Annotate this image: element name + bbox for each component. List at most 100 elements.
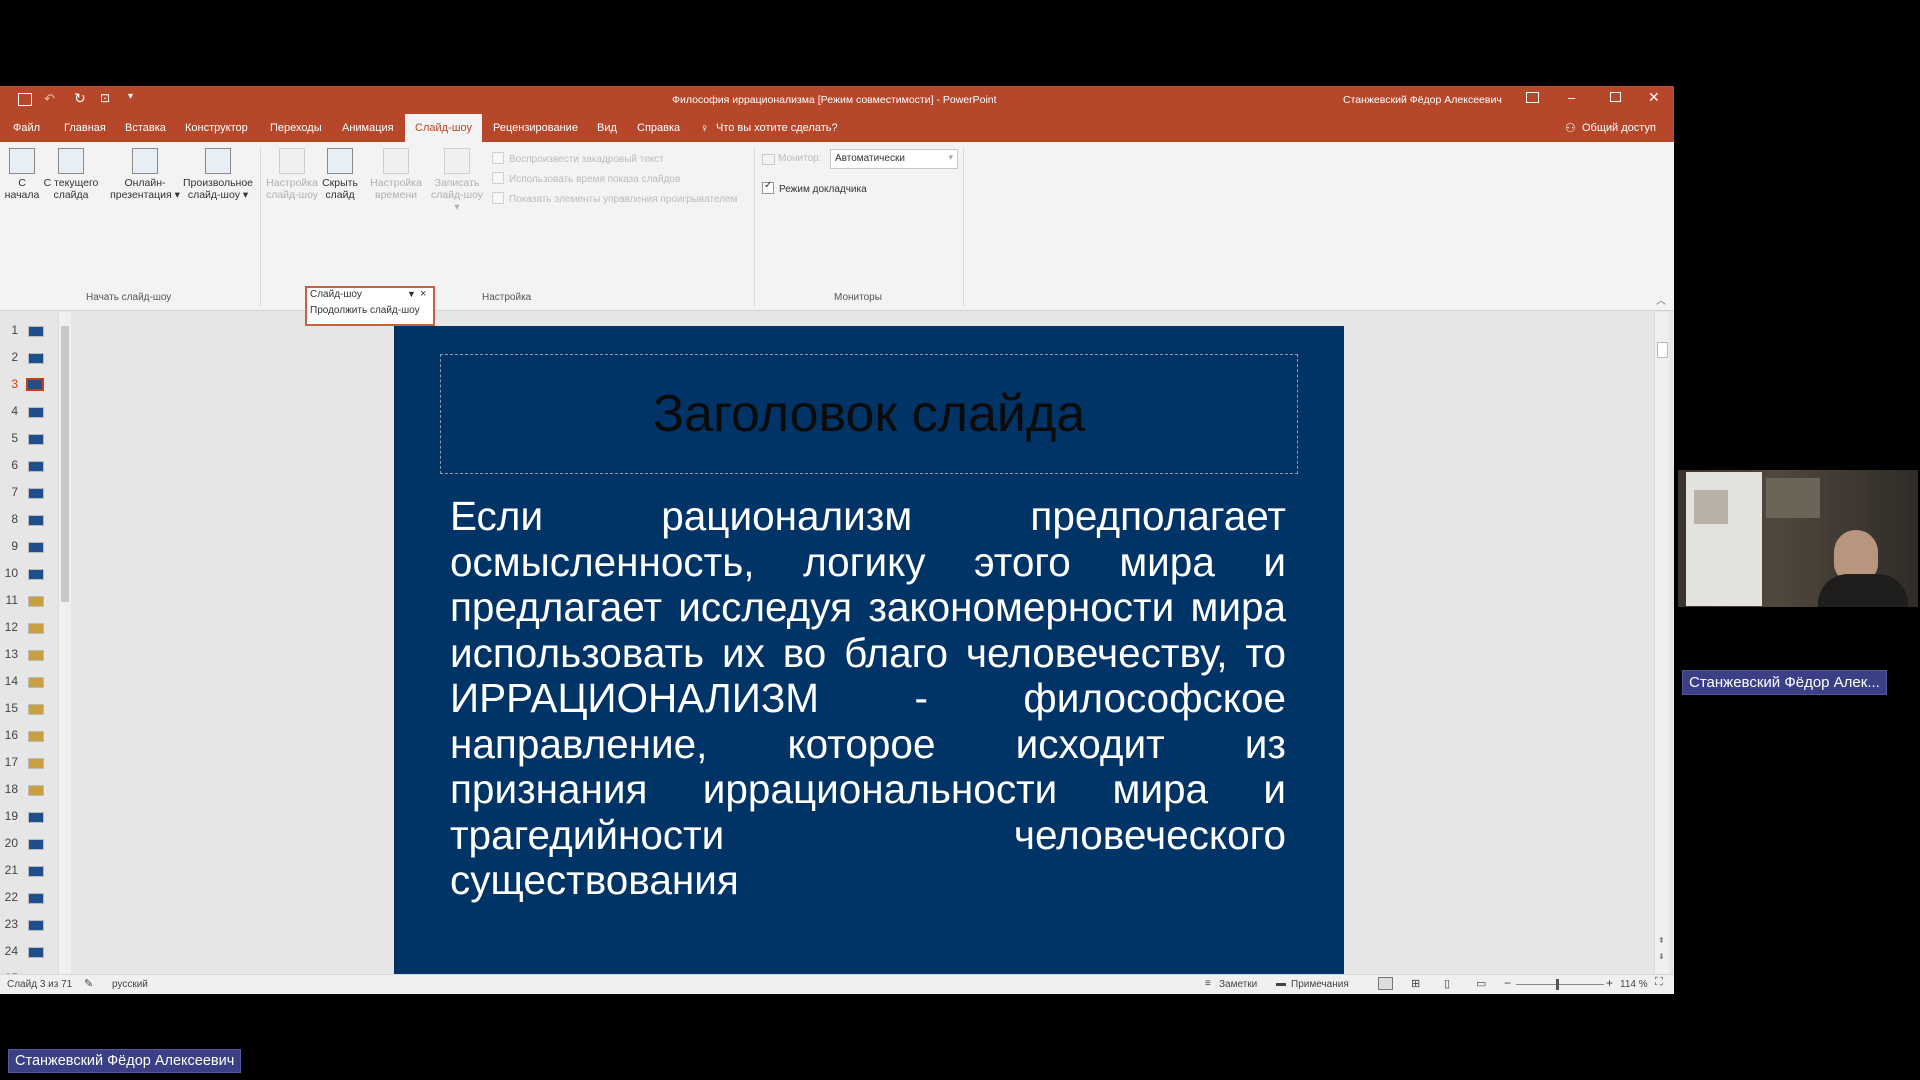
language-indicator[interactable]: русский [112,979,148,990]
minimize-icon[interactable]: – [1568,90,1575,105]
title-placeholder[interactable]: Заголовок слайда [440,354,1298,474]
thumbnail-item[interactable]: 9 [0,536,60,558]
thumbnail-item[interactable]: 6 [0,455,60,477]
reading-view-icon[interactable]: ▯ [1444,977,1450,990]
resume-slideshow-item[interactable]: Продолжить слайд-шоу [310,305,420,316]
thumbnail-item[interactable]: 3 [0,374,60,396]
ribbon-display-options-icon[interactable] [1526,92,1539,103]
thumbnail-preview[interactable] [28,893,44,904]
thumbnail-preview[interactable] [28,623,44,634]
thumbnail-item[interactable]: 23 [0,914,60,936]
chevron-down-icon[interactable]: ▼ [407,289,416,299]
slideshow-view-icon[interactable]: ▭ [1476,977,1486,990]
slide-sorter-icon[interactable]: ⊞ [1411,977,1420,990]
tell-me-box[interactable]: Что вы хотите сделать? [716,114,838,142]
thumbnail-preview[interactable] [28,677,44,688]
use-timings-checkbox[interactable]: Использовать время показа слайдов [492,172,680,185]
tab-design[interactable]: Конструктор [185,114,248,142]
thumbnail-item[interactable]: 15 [0,698,60,720]
thumbnail-preview[interactable] [28,785,44,796]
normal-view-icon[interactable] [1378,977,1393,990]
play-narrations-checkbox[interactable]: Воспроизвести закадровый текст [492,152,664,165]
slide-canvas[interactable]: Заголовок слайда Если рационализм предпо… [394,326,1344,994]
from-current-slide-button[interactable]: С текущего слайда [42,148,100,201]
collapse-ribbon-icon[interactable]: ︿ [1656,292,1666,307]
comments-button[interactable]: Примечания [1291,979,1349,990]
thumbnail-item[interactable]: 13 [0,644,60,666]
thumbnail-preview[interactable] [28,947,44,958]
thumbnail-item[interactable]: 4 [0,401,60,423]
thumbnail-preview[interactable] [28,353,44,364]
start-from-beginning-icon[interactable]: ⊡ [100,91,110,105]
undo-icon[interactable]: ↶ [44,91,55,107]
thumbnail-item[interactable]: 7 [0,482,60,504]
tab-slideshow[interactable]: Слайд-шоу [405,114,483,142]
thumbnail-item[interactable]: 17 [0,752,60,774]
thumbnail-preview[interactable] [28,488,44,499]
zoom-slider[interactable] [1516,979,1604,990]
fit-slide-icon[interactable]: ⛶ [1655,976,1663,989]
rehearse-timings-button[interactable]: Настройка времени [366,148,426,201]
tab-file[interactable]: Файл [13,114,40,142]
thumbnail-item[interactable]: 1 [0,320,60,342]
thumbnail-item[interactable]: 5 [0,428,60,450]
redo-icon[interactable]: ↻ [74,90,86,107]
custom-slideshow-button[interactable]: Произвольное слайд-шоу ▾ [180,148,256,201]
thumbnail-preview[interactable] [28,434,44,445]
customize-toolbar-icon[interactable]: ▾ [128,91,133,102]
thumbnail-item[interactable]: 14 [0,671,60,693]
slide-title[interactable]: Заголовок слайда [441,383,1297,445]
thumbnail-preview[interactable] [28,812,44,823]
user-name[interactable]: Станжевский Фёдор Алексеевич [1343,94,1502,106]
thumbnails-scrollbar[interactable] [58,312,71,974]
monitor-select[interactable]: Автоматически ▾ [830,149,958,169]
thumbnail-item[interactable]: 20 [0,833,60,855]
previous-slide-icon[interactable]: ⇞ [1658,936,1665,945]
thumbnail-item[interactable]: 12 [0,617,60,639]
zoom-slider-thumb[interactable] [1556,979,1559,990]
zoom-level[interactable]: 114 % [1620,979,1648,990]
from-beginning-button[interactable]: С начала [4,148,40,201]
thumbnail-preview[interactable] [28,731,44,742]
save-icon[interactable] [18,93,32,106]
thumbnail-preview[interactable] [28,650,44,661]
scrollbar-thumb[interactable] [61,326,69,602]
thumbnail-preview[interactable] [28,920,44,931]
tab-view[interactable]: Вид [597,114,617,142]
thumbnail-item[interactable]: 24 [0,941,60,963]
zoom-in-icon[interactable]: + [1606,976,1613,990]
thumbnail-item[interactable]: 22 [0,887,60,909]
setup-slideshow-button[interactable]: Настройка слайд-шоу [264,148,320,201]
thumbnail-item[interactable]: 18 [0,779,60,801]
thumbnail-preview[interactable] [28,461,44,472]
thumbnail-item[interactable]: 19 [0,806,60,828]
notes-button[interactable]: Заметки [1219,979,1257,990]
thumbnail-preview[interactable] [28,866,44,877]
thumbnail-preview[interactable] [28,758,44,769]
thumbnail-item[interactable]: 8 [0,509,60,531]
slide-scrollbar[interactable]: ⇞ ⇟ [1654,312,1669,974]
thumbnail-preview[interactable] [28,704,44,715]
thumbnail-preview[interactable] [28,569,44,580]
hide-slide-button[interactable]: Скрыть слайд [318,148,362,201]
thumbnail-preview[interactable] [28,542,44,553]
scrollbar-thumb[interactable] [1657,342,1668,358]
show-media-controls-checkbox[interactable]: Показать элементы управления проигрывате… [492,192,737,205]
share-button[interactable]: Общий доступ [1582,114,1656,142]
thumbnail-preview[interactable] [28,407,44,418]
tab-help[interactable]: Справка [637,114,680,142]
thumbnail-item[interactable]: 10 [0,563,60,585]
tab-animations[interactable]: Анимация [342,114,394,142]
thumbnail-item[interactable]: 2 [0,347,60,369]
presenter-view-checkbox[interactable]: Режим докладчика [762,180,867,195]
thumbnail-preview[interactable] [28,326,44,337]
thumbnail-item[interactable]: 16 [0,725,60,747]
thumbnail-item[interactable]: 21 [0,860,60,882]
thumbnail-item[interactable]: 11 [0,590,60,612]
close-icon[interactable]: ✕ [1648,89,1660,106]
thumbnail-preview[interactable] [26,378,44,391]
spellcheck-icon[interactable]: ✎ [84,977,93,990]
tab-insert[interactable]: Вставка [125,114,166,142]
restore-icon[interactable] [1610,92,1621,102]
tab-home[interactable]: Главная [64,114,106,142]
